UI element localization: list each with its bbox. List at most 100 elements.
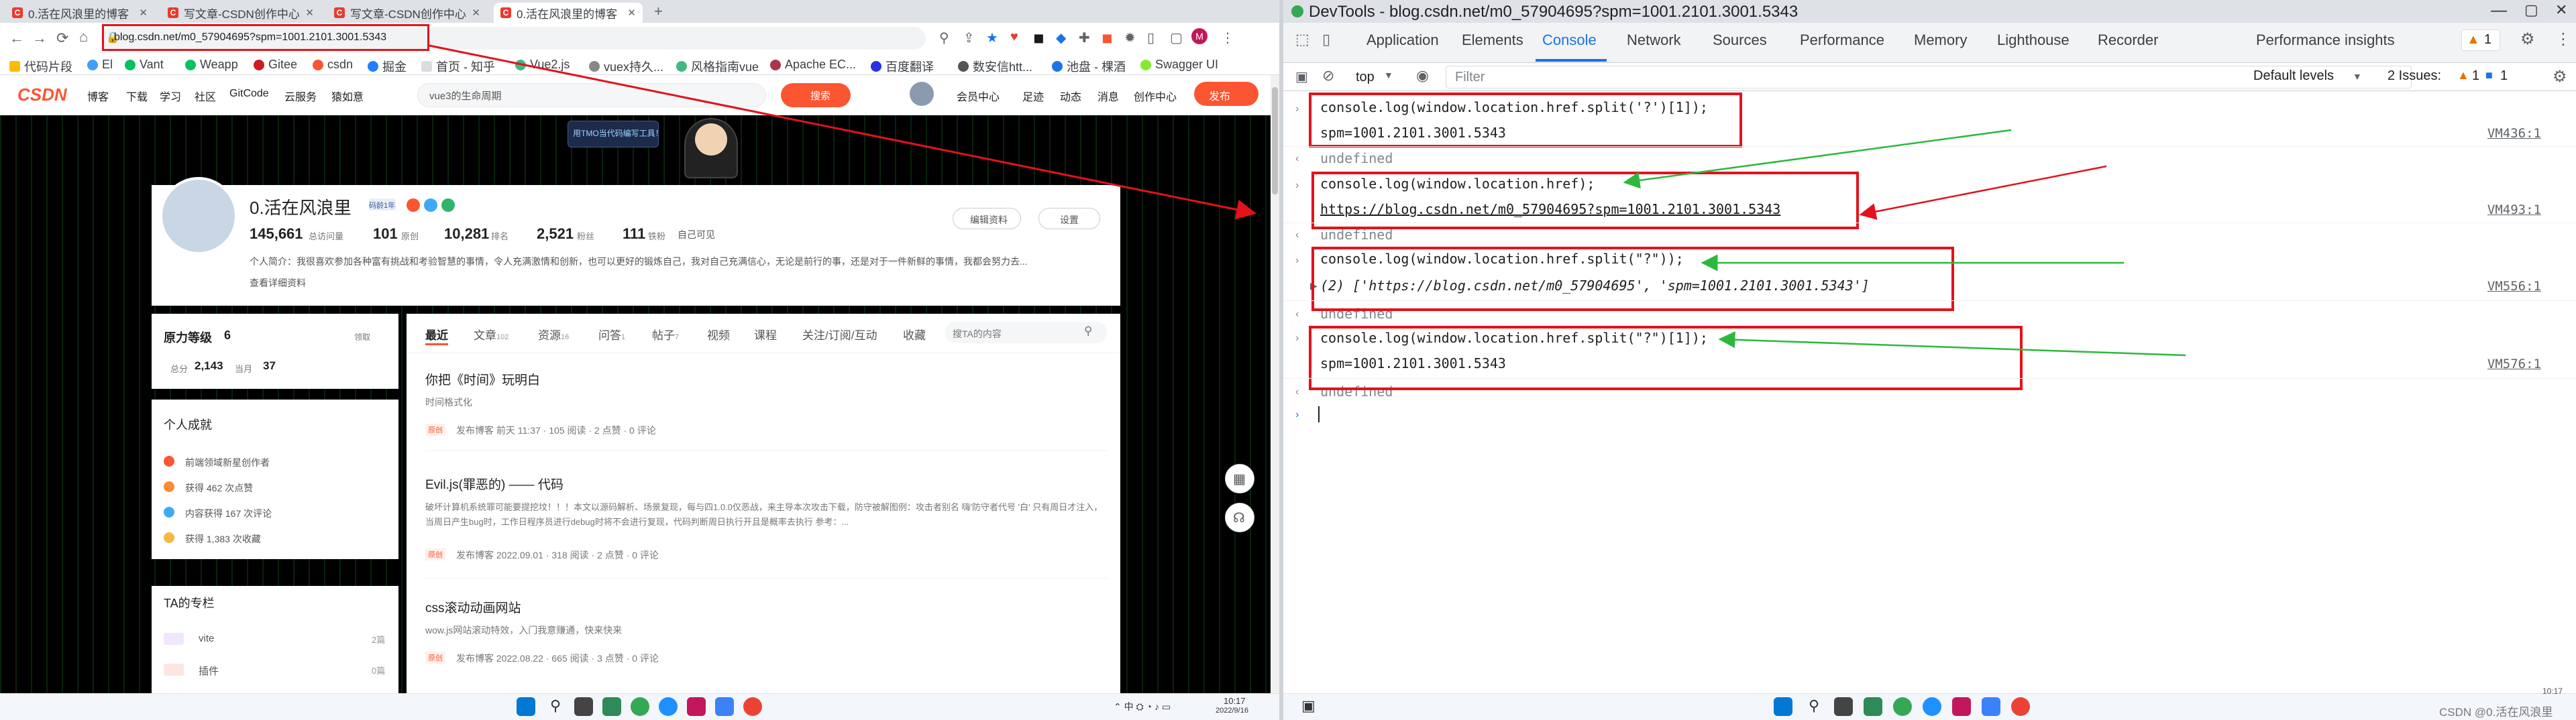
context-selector[interactable]: top xyxy=(1356,70,1375,85)
home-icon[interactable]: ⌂ xyxy=(79,28,88,46)
show-desktop-icon[interactable]: ▣ xyxy=(1301,697,1320,716)
tab-performance-insights[interactable]: Performance insights xyxy=(2256,32,2395,49)
bookmark-1[interactable]: 代码片段 xyxy=(9,58,72,75)
browser-tab-2[interactable]: C 写文章-CSDN创作中心 ✕ xyxy=(161,3,321,23)
share-icon[interactable]: ⇪ xyxy=(963,29,975,46)
bookmark-7[interactable]: 掘金 xyxy=(368,58,407,75)
widgets-icon[interactable] xyxy=(1864,697,1882,716)
feed-tab-videos[interactable]: 视频 xyxy=(707,326,730,343)
console-source-2[interactable]: VM493:1 xyxy=(2487,202,2541,217)
bookmark-8[interactable]: 首页 - 知乎 xyxy=(421,58,495,75)
bookmark-2[interactable]: El xyxy=(87,58,113,72)
tab-lighthouse[interactable]: Lighthouse xyxy=(1997,32,2070,49)
tab-application[interactable]: Application xyxy=(1366,32,1439,49)
browser-tab-4-active[interactable]: C 0.活在风浪里的博客 ✕ xyxy=(494,3,643,23)
app-taskbar-icon[interactable] xyxy=(1923,697,1941,716)
header-footprint[interactable]: 足迹 xyxy=(1022,88,1044,104)
chrome2-taskbar-icon[interactable] xyxy=(743,697,762,716)
bookmark-12[interactable]: Apache EC... xyxy=(770,58,856,72)
back-icon[interactable]: ← xyxy=(9,29,24,47)
header-vip[interactable]: 会员中心 xyxy=(957,88,1000,104)
minimize-icon[interactable]: — xyxy=(2491,1,2507,20)
extension-window-icon[interactable]: ▢ xyxy=(1170,29,1183,46)
issues-label[interactable]: 2 Issues: xyxy=(2387,68,2441,84)
bookmark-5[interactable]: Gitee xyxy=(254,58,297,72)
bookmark-11[interactable]: 风格指南vue xyxy=(676,58,759,75)
header-dynamic[interactable]: 动态 xyxy=(1060,88,1081,104)
tray-icons[interactable]: ⌃ 中 ⛭ ◔ ♪ ▭ xyxy=(1114,700,1171,713)
console-settings-icon[interactable]: ⚙ xyxy=(2553,67,2567,86)
bookmark-14[interactable]: 数安信htt... xyxy=(958,58,1032,75)
search-taskbar-icon[interactable]: ⚲ xyxy=(1805,697,1823,716)
feed-tab-courses[interactable]: 课程 xyxy=(754,326,777,343)
tab-console[interactable]: Console xyxy=(1542,32,1597,49)
inspect-element-icon[interactable]: ⬚ xyxy=(1295,31,1309,48)
feed-tab-favorites[interactable]: 收藏 xyxy=(903,326,926,343)
close-tab-icon[interactable]: ✕ xyxy=(627,7,636,19)
extension-sidebar-icon[interactable]: ▯ xyxy=(1147,29,1155,46)
bookmark-10[interactable]: vuex持久... xyxy=(589,58,663,75)
task-view-icon[interactable] xyxy=(574,697,593,716)
tab-performance[interactable]: Performance xyxy=(1800,32,1884,49)
browser-menu-icon[interactable]: ⋮ xyxy=(1221,29,1234,46)
feed-tab-follow[interactable]: 关注/订阅/互动 xyxy=(802,326,877,343)
tab-elements[interactable]: Elements xyxy=(1462,32,1523,49)
nav-cloud[interactable]: 云服务 xyxy=(284,88,317,104)
app-taskbar-icon[interactable] xyxy=(659,697,678,716)
close-tab-icon[interactable]: ✕ xyxy=(139,7,148,19)
maximize-icon[interactable]: ▢ xyxy=(2524,1,2538,19)
devtools-menu-icon[interactable]: ⋮ xyxy=(2555,29,2571,49)
extension-blue-icon[interactable]: ◆ xyxy=(1056,29,1066,46)
tab-memory[interactable]: Memory xyxy=(1914,32,1967,49)
page-scrollbar-thumb[interactable] xyxy=(1272,87,1278,194)
close-tab-icon[interactable]: ✕ xyxy=(305,7,314,19)
browser-tab-3[interactable]: C 写文章-CSDN创作中心 ✕ xyxy=(327,3,487,23)
eye-icon[interactable]: ◉ xyxy=(1416,67,1429,84)
extension-gear-icon[interactable]: ✹ xyxy=(1124,29,1136,46)
start-icon[interactable] xyxy=(517,697,535,716)
extension-dark-icon[interactable]: ◼ xyxy=(1033,29,1044,46)
clear-console-icon[interactable]: ⊘ xyxy=(1322,67,1334,84)
feed-tab-qa[interactable]: 问答1 xyxy=(598,326,625,343)
bookmark-3[interactable]: Vant xyxy=(125,58,164,72)
close-window-icon[interactable]: ✕ xyxy=(2555,1,2567,19)
nav-blog[interactable]: 博客 xyxy=(87,88,109,104)
extension-red-icon[interactable]: ◼ xyxy=(1102,29,1113,46)
extension-puzzle-icon[interactable]: ✚ xyxy=(1079,29,1090,46)
forward-icon[interactable]: → xyxy=(32,29,47,47)
header-creation[interactable]: 创作中心 xyxy=(1134,88,1177,104)
start-icon[interactable] xyxy=(1774,697,1792,716)
profile-avatar-icon[interactable]: M xyxy=(1191,28,1208,44)
ps-taskbar-icon[interactable] xyxy=(687,697,706,716)
browser-tab-1[interactable]: C 0.活在风浪里的博客 ✕ xyxy=(5,3,154,23)
profile-avatar[interactable] xyxy=(160,177,237,255)
close-tab-icon[interactable]: ✕ xyxy=(472,7,480,19)
tab-recorder[interactable]: Recorder xyxy=(2098,32,2158,49)
header-messages[interactable]: 消息 xyxy=(1097,88,1119,104)
new-tab-icon[interactable]: + xyxy=(654,3,663,20)
tab-network[interactable]: Network xyxy=(1627,32,1681,49)
vscode-taskbar-icon[interactable] xyxy=(1982,697,2000,716)
zoom-icon[interactable]: ⚲ xyxy=(939,29,949,46)
console-caret[interactable] xyxy=(1318,406,1320,422)
devtools-settings-icon[interactable]: ⚙ xyxy=(2520,29,2535,49)
chrome-taskbar-icon[interactable] xyxy=(1893,697,1912,716)
bookmark-6[interactable]: csdn xyxy=(313,58,353,72)
nav-yuanruyi[interactable]: 猿如意 xyxy=(331,88,364,104)
extension-heart-icon[interactable]: ♥ xyxy=(1010,29,1018,45)
nav-gitcode[interactable]: GitCode xyxy=(229,88,269,100)
tab-sources[interactable]: Sources xyxy=(1713,32,1767,49)
console-sidebar-icon[interactable]: ▣ xyxy=(1295,68,1308,85)
bookmark-9[interactable]: Vue2.js xyxy=(515,58,570,72)
console-source-1[interactable]: VM436:1 xyxy=(2487,126,2541,141)
search-taskbar-icon[interactable]: ⚲ xyxy=(546,697,565,716)
nav-learn[interactable]: 学习 xyxy=(160,88,181,104)
log-levels-dropdown[interactable]: Default levels xyxy=(2253,68,2334,84)
bookmark-13[interactable]: 百度翻译 xyxy=(871,58,934,75)
task-view-icon[interactable] xyxy=(1834,697,1853,716)
console-source-4[interactable]: VM576:1 xyxy=(2487,357,2541,371)
bookmark-star-icon[interactable]: ★ xyxy=(986,29,998,46)
device-toolbar-icon[interactable]: ▯ xyxy=(1322,31,1330,48)
feed-tab-recent[interactable]: 最近 xyxy=(425,326,448,343)
visibility-toggle[interactable]: 自己可见 xyxy=(678,228,715,241)
